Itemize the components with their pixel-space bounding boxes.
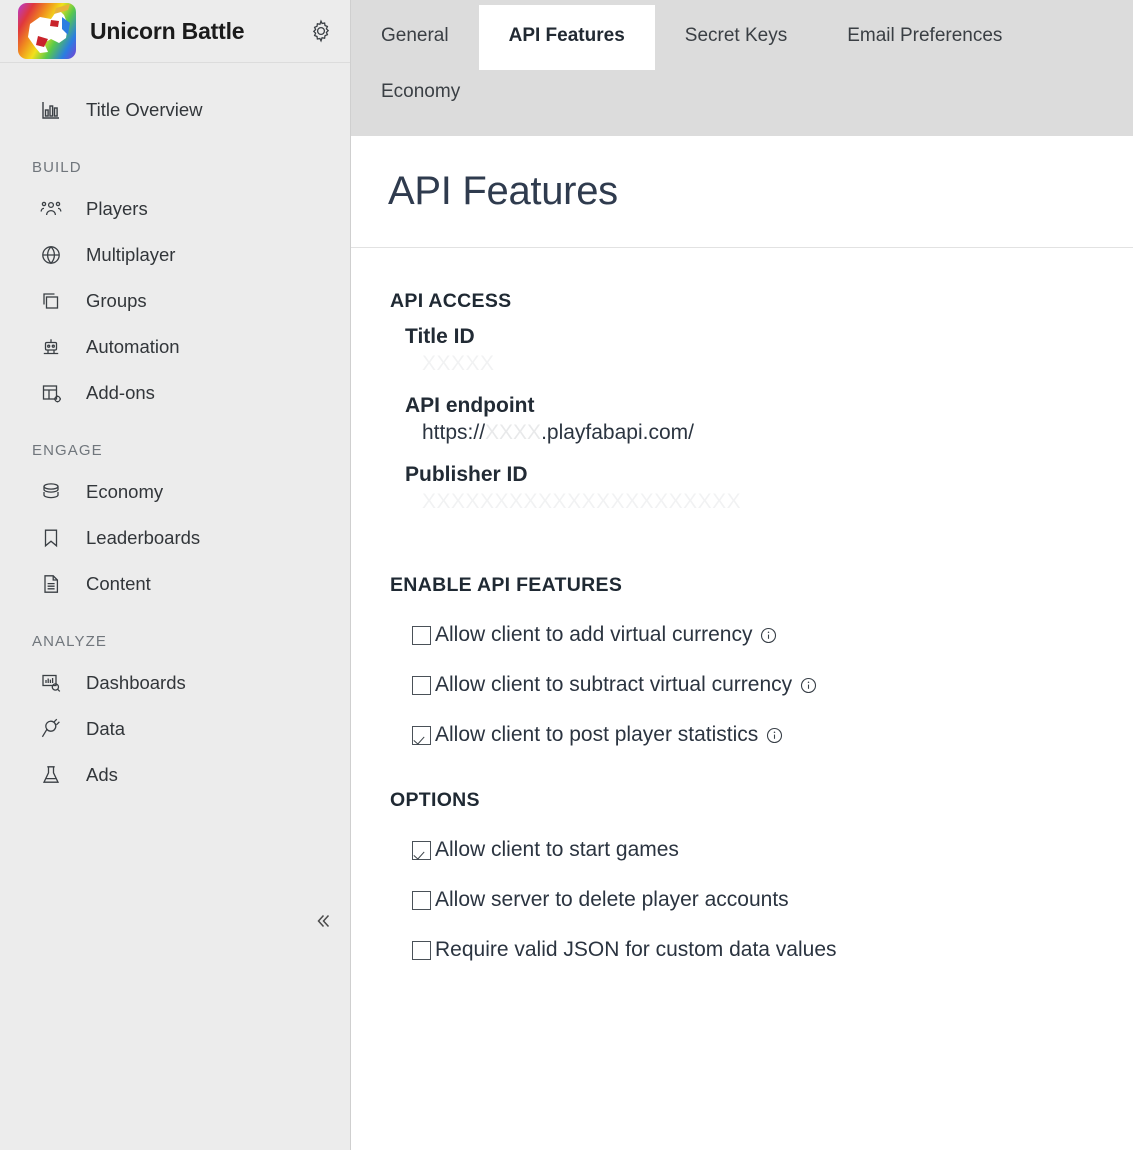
addons-grid-icon (38, 380, 64, 406)
sidebar-header: Unicorn Battle (0, 0, 350, 63)
sidebar-item-label: Data (86, 718, 125, 740)
gear-icon[interactable] (306, 16, 336, 46)
section-heading-enable-api-features: ENABLE API FEATURES (390, 574, 1133, 597)
checkbox-label: Allow client to subtract virtual currenc… (435, 673, 792, 697)
checkbox-checked-icon[interactable] (412, 841, 431, 860)
checkbox-row-allow-subtract-virtual-currency[interactable]: Allow client to subtract virtual currenc… (390, 673, 1133, 697)
document-icon (38, 571, 64, 597)
robot-icon (38, 334, 64, 360)
sidebar-item-players[interactable]: Players (0, 186, 350, 232)
sidebar-item-multiplayer[interactable]: Multiplayer (0, 232, 350, 278)
sidebar-item-leaderboards[interactable]: Leaderboards (0, 515, 350, 561)
field-label: Title ID (405, 325, 1133, 349)
globe-icon (38, 242, 64, 268)
sidebar-item-economy[interactable]: Economy (0, 469, 350, 515)
sidebar-group-build: BUILD (0, 159, 350, 176)
sidebar-item-label: Players (86, 198, 148, 220)
coins-stack-icon (38, 479, 64, 505)
sidebar-item-dashboards[interactable]: Dashboards (0, 660, 350, 706)
field-value-redacted: XXXXX (405, 352, 1133, 380)
endpoint-suffix: .playfabapi.com/ (541, 421, 694, 444)
endpoint-prefix: https:// (422, 421, 485, 444)
info-icon[interactable] (766, 727, 783, 744)
checkbox-unchecked-icon[interactable] (412, 626, 431, 645)
app-title: Unicorn Battle (90, 18, 244, 45)
dashboard-search-icon (38, 670, 64, 696)
sidebar: Unicorn Battle Title Overview BUILD (0, 0, 351, 1150)
checkbox-row-require-valid-json[interactable]: Require valid JSON for custom data value… (390, 938, 1133, 962)
checkbox-label: Allow client to add virtual currency (435, 623, 752, 647)
checkbox-label: Allow server to delete player accounts (435, 888, 789, 912)
tab-email-preferences[interactable]: Email Preferences (817, 5, 1032, 70)
tab-row-secondary: Economy (351, 70, 1133, 135)
bar-chart-icon (38, 97, 64, 123)
flask-icon (38, 762, 64, 788)
sidebar-item-label: Automation (86, 336, 180, 358)
people-icon (38, 196, 64, 222)
sidebar-item-label: Leaderboards (86, 527, 200, 549)
checkbox-row-allow-add-virtual-currency[interactable]: Allow client to add virtual currency (390, 623, 1133, 647)
checkbox-checked-icon[interactable] (412, 726, 431, 745)
checkbox-label: Allow client to post player statistics (435, 723, 758, 747)
main-panel: General API Features Secret Keys Email P… (351, 0, 1133, 1150)
field-label: API endpoint (405, 394, 1133, 418)
sidebar-collapse-button[interactable] (306, 906, 340, 940)
tab-secret-keys[interactable]: Secret Keys (655, 5, 817, 70)
field-api-endpoint: API endpoint https://XXXX.playfabapi.com… (390, 394, 1133, 449)
sidebar-item-label: Content (86, 573, 151, 595)
sidebar-group-analyze: ANALYZE (0, 633, 350, 650)
section-heading-api-access: API ACCESS (390, 290, 1133, 313)
sidebar-item-label: Add-ons (86, 382, 155, 404)
sidebar-item-label: Multiplayer (86, 244, 175, 266)
sidebar-item-label: Title Overview (86, 99, 203, 121)
checkbox-unchecked-icon[interactable] (412, 891, 431, 910)
tab-economy[interactable]: Economy (351, 70, 490, 135)
tab-api-features[interactable]: API Features (479, 5, 655, 70)
sidebar-item-title-overview[interactable]: Title Overview (0, 87, 350, 133)
checkbox-label: Allow client to start games (435, 838, 679, 862)
field-label: Publisher ID (405, 463, 1133, 487)
field-value-redacted: XXXXXXXXXXXXXXXXXXXXXX (405, 490, 1133, 518)
sidebar-item-data[interactable]: Data (0, 706, 350, 752)
sidebar-item-add-ons[interactable]: Add-ons (0, 370, 350, 416)
checkbox-row-allow-server-delete-accounts[interactable]: Allow server to delete player accounts (390, 888, 1133, 912)
endpoint-redacted-segment: XXXX (485, 421, 541, 444)
sidebar-item-groups[interactable]: Groups (0, 278, 350, 324)
tab-row-primary: General API Features Secret Keys Email P… (351, 5, 1133, 70)
field-title-id: Title ID XXXXX (390, 325, 1133, 380)
tab-general[interactable]: General (351, 5, 479, 70)
unicorn-app-icon (18, 3, 76, 59)
page-content: API ACCESS Title ID XXXXX API endpoint h… (351, 248, 1133, 962)
checkbox-row-allow-post-player-statistics[interactable]: Allow client to post player statistics (390, 723, 1133, 747)
sidebar-item-label: Economy (86, 481, 163, 503)
sidebar-item-content[interactable]: Content (0, 561, 350, 607)
sidebar-item-label: Dashboards (86, 672, 186, 694)
sidebar-item-label: Ads (86, 764, 118, 786)
sidebar-item-ads[interactable]: Ads (0, 752, 350, 798)
checkbox-unchecked-icon[interactable] (412, 676, 431, 695)
field-publisher-id: Publisher ID XXXXXXXXXXXXXXXXXXXXXX (390, 463, 1133, 518)
plug-icon (38, 716, 64, 742)
app-root: Unicorn Battle Title Overview BUILD (0, 0, 1133, 1150)
page-header: API Features (351, 136, 1133, 248)
field-value: https://XXXX.playfabapi.com/ (405, 421, 1133, 449)
info-icon[interactable] (800, 677, 817, 694)
page-title: API Features (388, 169, 618, 214)
section-heading-options: OPTIONS (390, 789, 1133, 812)
tab-bar: General API Features Secret Keys Email P… (351, 0, 1133, 136)
checkbox-row-allow-client-start-games[interactable]: Allow client to start games (390, 838, 1133, 862)
chevron-double-left-icon (312, 910, 334, 937)
sidebar-group-engage: ENGAGE (0, 442, 350, 459)
checkbox-unchecked-icon[interactable] (412, 941, 431, 960)
sidebar-item-automation[interactable]: Automation (0, 324, 350, 370)
info-icon[interactable] (760, 627, 777, 644)
sidebar-nav: Title Overview BUILD Players (0, 87, 350, 798)
copy-stack-icon (38, 288, 64, 314)
checkbox-label: Require valid JSON for custom data value… (435, 938, 837, 962)
sidebar-item-label: Groups (86, 290, 147, 312)
bookmark-icon (38, 525, 64, 551)
